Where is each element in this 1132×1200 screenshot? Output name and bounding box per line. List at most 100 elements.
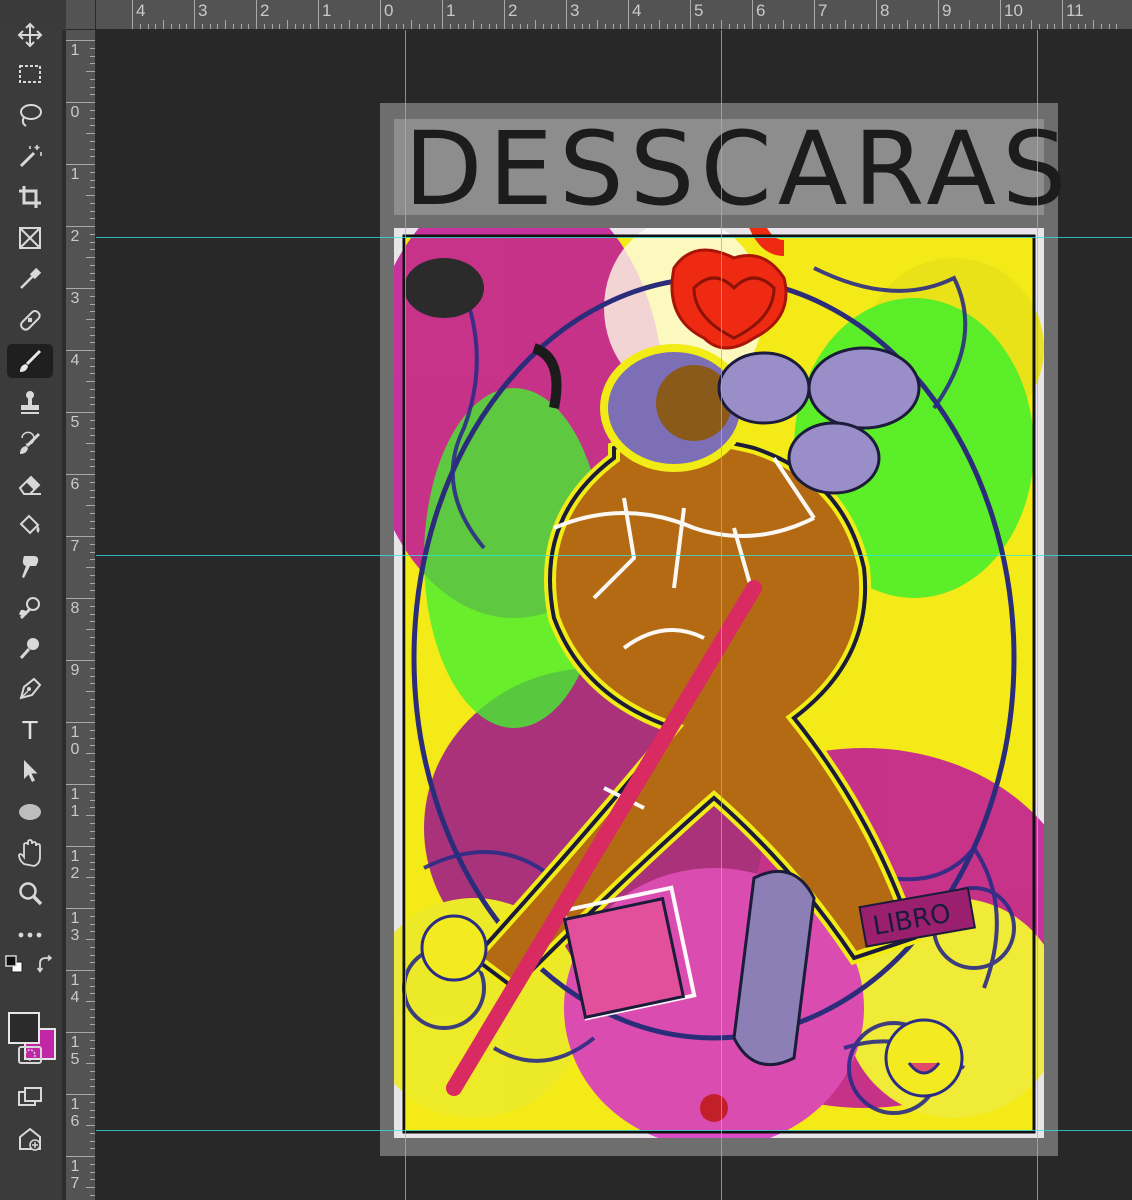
ruler-label: 1 xyxy=(70,166,80,183)
ruler-minor-tick xyxy=(86,381,95,382)
horizontal-guide[interactable] xyxy=(96,555,1132,556)
ruler-minor-tick xyxy=(225,20,226,29)
horizontal-guide[interactable] xyxy=(96,1130,1132,1131)
ruler-minor-tick xyxy=(845,20,846,29)
ruler-major-tick xyxy=(66,40,95,41)
ellipse-tool[interactable] xyxy=(7,795,53,829)
type-tool[interactable]: T xyxy=(7,713,53,747)
history-brush-tool[interactable] xyxy=(7,426,53,460)
pen-icon xyxy=(19,677,42,700)
ellipsis-icon xyxy=(18,932,42,938)
ruler-major-tick xyxy=(66,412,95,413)
ruler-major-tick xyxy=(66,536,95,537)
ruler-label: 0 xyxy=(70,104,80,121)
ruler-minor-tick xyxy=(86,505,95,506)
pen-tool[interactable] xyxy=(7,672,53,706)
swap-colors-button[interactable] xyxy=(36,954,56,975)
ruler-minor-tick xyxy=(411,20,412,29)
magic-wand-tool[interactable] xyxy=(7,139,53,173)
horizontal-guide[interactable] xyxy=(96,237,1132,238)
ruler-major-tick xyxy=(380,0,381,29)
ruler-major-tick xyxy=(566,0,567,29)
ruler-minor-tick xyxy=(1093,20,1094,29)
ruler-minor-tick xyxy=(86,133,95,134)
vertical-guide[interactable] xyxy=(721,30,722,1200)
arrow-icon xyxy=(24,760,38,782)
ruler-minor-tick xyxy=(1031,20,1032,29)
eraser-tool[interactable] xyxy=(7,467,53,501)
ruler-major-tick xyxy=(66,598,95,599)
ruler-minor-tick xyxy=(86,1187,95,1188)
ruler-label: 15 xyxy=(70,1034,80,1068)
ruler-major-tick xyxy=(814,0,815,29)
quick-mask-icon xyxy=(18,1046,42,1064)
paint-bucket-tool[interactable] xyxy=(7,508,53,542)
illustration-layer[interactable]: LIBRO xyxy=(394,228,1044,1138)
ruler-label: 7 xyxy=(818,1,828,20)
left-ruler[interactable]: 101234567891011121314151617 xyxy=(66,30,96,1200)
ruler-major-tick xyxy=(66,908,95,909)
eyedropper-icon xyxy=(20,267,42,289)
vertical-guide[interactable] xyxy=(1037,30,1038,1200)
ruler-label: 1 xyxy=(446,1,456,20)
rectangular-marquee-tool[interactable] xyxy=(7,57,53,91)
document-canvas[interactable]: DESSCARAS LIBRO xyxy=(96,30,1132,1200)
artboard-add-button[interactable] xyxy=(7,1122,53,1156)
default-colors-button[interactable] xyxy=(5,955,23,973)
move-tool[interactable] xyxy=(7,18,53,52)
screen-mode-button[interactable] xyxy=(7,1080,53,1114)
ruler-origin[interactable] xyxy=(66,0,96,30)
ruler-major-tick xyxy=(66,846,95,847)
ruler-label: 2 xyxy=(70,228,80,245)
ruler-minor-tick xyxy=(86,443,95,444)
ruler-minor-tick xyxy=(969,20,970,29)
vertical-guide[interactable] xyxy=(405,30,406,1200)
marquee-icon xyxy=(19,65,41,83)
ruler-minor-tick xyxy=(597,20,598,29)
healing-brush-tool[interactable] xyxy=(7,303,53,337)
more-tools[interactable] xyxy=(7,918,53,952)
path-selection-tool[interactable] xyxy=(7,754,53,788)
eraser-icon xyxy=(18,475,41,495)
eyedropper-tool[interactable] xyxy=(7,262,53,296)
ruler-minor-tick xyxy=(86,939,95,940)
brush-icon xyxy=(20,349,42,372)
top-ruler[interactable]: 4 3 2 1 0 1 2 3 4 5 6 7 8 9 10 11 xyxy=(96,0,1132,30)
zoom-tool[interactable] xyxy=(7,877,53,911)
clone-stamp-tool[interactable] xyxy=(7,385,53,419)
ruler-label: 5 xyxy=(694,1,704,20)
ruler-label: 6 xyxy=(70,476,80,493)
quick-mask-button[interactable] xyxy=(7,1038,53,1072)
ruler-label: 17 xyxy=(70,1158,80,1192)
swap-arrows-icon xyxy=(36,954,53,973)
ruler-label: 9 xyxy=(70,662,80,679)
ruler-label: 1 xyxy=(322,1,332,20)
crop-icon xyxy=(19,186,41,208)
dodge-icon xyxy=(19,597,40,620)
ruler-label: 3 xyxy=(70,290,80,307)
ruler-label: 9 xyxy=(942,1,952,20)
lasso-tool[interactable] xyxy=(7,98,53,132)
artboard[interactable]: DESSCARAS LIBRO xyxy=(380,103,1067,1156)
ruler-major-tick xyxy=(66,1156,95,1157)
ruler-minor-tick xyxy=(86,1125,95,1126)
brush-tool[interactable] xyxy=(7,344,53,378)
lasso-icon xyxy=(20,104,42,127)
hand-tool[interactable] xyxy=(7,836,53,870)
smudge-icon xyxy=(22,556,39,578)
ruler-minor-tick xyxy=(163,20,164,29)
crop-tool[interactable] xyxy=(7,180,53,214)
dodge-tool[interactable] xyxy=(7,590,53,624)
smudge-tool[interactable] xyxy=(7,549,53,583)
ruler-minor-tick xyxy=(86,319,95,320)
ruler-minor-tick xyxy=(659,20,660,29)
artboard-icon xyxy=(19,1127,41,1151)
ruler-major-tick xyxy=(938,0,939,29)
paint-bucket-icon xyxy=(19,514,40,535)
ruler-major-tick xyxy=(66,164,95,165)
frame-tool[interactable] xyxy=(7,221,53,255)
illustration-artwork: LIBRO xyxy=(394,228,1044,1138)
hand-icon xyxy=(18,839,41,867)
burn-tool[interactable] xyxy=(7,631,53,665)
type-icon: T xyxy=(22,715,38,745)
